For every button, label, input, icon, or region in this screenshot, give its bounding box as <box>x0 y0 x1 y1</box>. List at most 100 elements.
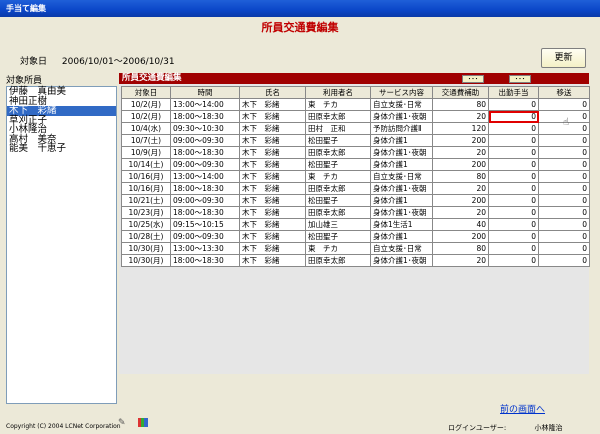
table-cell: 身体介護1 <box>370 230 433 243</box>
editable-cell[interactable]: 80 <box>432 98 489 111</box>
table-cell: 田原幸太郎 <box>305 146 371 159</box>
editable-cell[interactable]: 0 <box>488 158 539 171</box>
editable-cell[interactable]: 200 <box>432 194 489 207</box>
editable-cell[interactable]: 20 <box>432 146 489 159</box>
table-cell: 田村 正和 <box>305 122 371 135</box>
table-cell: 田原幸太郎 <box>305 206 371 219</box>
editable-cell[interactable]: 0 <box>538 206 590 219</box>
table-row: 10/16(月) 13:00～14:00 木下 彩緒東 チカ 自立支援･日常 80 0 0 <box>121 170 590 183</box>
table-row: 10/30(月) 18:00～18:30 木下 彩緒 田原幸太郎 身体介護1･夜朝 20 0… <box>121 254 590 267</box>
editable-cell[interactable]: 0 <box>538 146 590 159</box>
editable-cell[interactable]: 0 <box>488 194 539 207</box>
editable-cell[interactable]: 0 <box>538 98 590 111</box>
editable-cell[interactable]: 0 <box>488 134 539 147</box>
table-cell: 木下 彩緒 <box>239 242 306 255</box>
editable-cell[interactable]: 0 <box>538 182 590 195</box>
staff-list[interactable]: 伊藤 真由美 神田正樹 木下 彩緒 草刈正子 小林隆治 高村 美奈 能美 千恵子 <box>6 86 117 404</box>
back-link[interactable]: 前の画面へ <box>500 402 545 415</box>
editable-cell[interactable]: 0 <box>488 182 539 195</box>
editable-cell[interactable]: 20 <box>432 110 489 123</box>
ellipsis-button-1[interactable]: ･･･ <box>462 75 484 83</box>
editable-cell[interactable]: 0 <box>488 98 539 111</box>
table-row: 10/28(土) 09:00～09:30 木下 彩緒 松田聖子 身体介護1 200 0 0 <box>121 230 590 243</box>
editable-cell[interactable]: 0 <box>488 218 539 231</box>
table-cell: 10/30(月) <box>121 242 171 255</box>
table-cell: 身体介護1･夜朝 <box>370 146 433 159</box>
editable-cell[interactable]: 0 <box>538 170 590 183</box>
table-row: 10/7(土) 09:00～09:30 木下 彩緒 松田聖子 身体介護1 200 0 0 <box>121 134 590 147</box>
login-info: ログインユーザー: 小林隆治 <box>448 423 562 433</box>
table-cell: 18:00～18:30 <box>170 206 240 219</box>
column-header: 時間 <box>170 86 240 99</box>
login-label: ログインユーザー: <box>448 424 507 432</box>
editable-cell[interactable]: 40 <box>432 218 489 231</box>
editable-cell[interactable]: 200 <box>432 230 489 243</box>
window-title: 手当て編集 <box>0 0 600 17</box>
editable-cell[interactable]: 0 <box>488 110 539 123</box>
table-cell: 木下 彩緒 <box>239 194 306 207</box>
editable-cell[interactable]: 0 <box>538 254 590 267</box>
editable-cell[interactable]: 20 <box>432 206 489 219</box>
table-cell: 10/7(土) <box>121 134 171 147</box>
table-cell: 木下 彩緒 <box>239 182 306 195</box>
table-cell: 田原幸太郎 <box>305 110 371 123</box>
column-header: 利用者名 <box>305 86 371 99</box>
column-header: 出勤手当 <box>488 86 539 99</box>
target-date: 対象日 2006/10/01～2006/10/31 <box>20 54 175 67</box>
staff-item[interactable]: 能美 千恵子 <box>7 144 116 154</box>
table-cell: 10/16(月) <box>121 182 171 195</box>
editable-cell[interactable]: 80 <box>432 170 489 183</box>
editable-cell[interactable]: 80 <box>432 242 489 255</box>
editable-cell[interactable]: 0 <box>538 218 590 231</box>
editable-cell[interactable]: 0 <box>538 230 590 243</box>
table-cell: 松田聖子 <box>305 230 371 243</box>
table-row: 10/23(月) 18:00～18:30 木下 彩緒 田原幸太郎 身体介護1･夜朝 20 0… <box>121 206 590 219</box>
editable-cell[interactable]: 0 <box>538 242 590 255</box>
editable-cell[interactable]: 0 <box>488 254 539 267</box>
table-cell: 松田聖子 <box>305 158 371 171</box>
editable-cell[interactable]: 20 <box>432 182 489 195</box>
table-cell: 10/28(土) <box>121 230 171 243</box>
table-row: 10/2(月) 13:00～14:00 木下 彩緒東 チカ 自立支援･日常 80 0 0 <box>121 98 590 111</box>
table-cell: 木下 彩緒 <box>239 158 306 171</box>
table-cell: 身体介護1･夜朝 <box>370 110 433 123</box>
table-cell: 18:00～18:30 <box>170 254 240 267</box>
editable-cell[interactable]: 200 <box>432 134 489 147</box>
table-cell: 身体介護1･夜朝 <box>370 206 433 219</box>
editable-cell[interactable]: 0 <box>488 206 539 219</box>
table-cell: 田原幸太郎 <box>305 182 371 195</box>
table-cell: 13:00～14:00 <box>170 98 240 111</box>
table-cell: 木下 彩緒 <box>239 146 306 159</box>
book-icon[interactable] <box>138 418 148 427</box>
login-user: 小林隆治 <box>534 424 563 432</box>
table-cell: 身体介護1 <box>370 194 433 207</box>
editable-cell[interactable]: 0 <box>488 170 539 183</box>
table-cell: 田原幸太郎 <box>305 254 371 267</box>
copyright-text: Copyright (C) 2004 LCNet Corporation <box>6 423 121 430</box>
table-cell: 東 チカ <box>305 98 371 111</box>
editable-cell[interactable]: 0 <box>488 230 539 243</box>
table-cell: 18:00～18:30 <box>170 182 240 195</box>
update-button[interactable]: 更新 <box>541 48 586 68</box>
table-cell: 松田聖子 <box>305 194 371 207</box>
editable-cell[interactable]: 0 <box>488 242 539 255</box>
editable-cell[interactable]: 0 <box>538 134 590 147</box>
table-cell: 09:00～09:30 <box>170 158 240 171</box>
table-cell: 10/30(月) <box>121 254 171 267</box>
editable-cell[interactable]: 200 <box>432 158 489 171</box>
pen-icon[interactable]: ✎ <box>118 418 126 428</box>
column-header: サービス内容 <box>370 86 433 99</box>
editable-cell[interactable]: 0 <box>488 146 539 159</box>
table-cell: 自立支援･日常 <box>370 170 433 183</box>
editable-cell[interactable]: 0 <box>488 122 539 135</box>
table-cell: 09:00～09:30 <box>170 134 240 147</box>
editable-cell[interactable]: 0 <box>538 158 590 171</box>
table-cell: 木下 彩緒 <box>239 218 306 231</box>
editable-cell[interactable]: 0 <box>538 194 590 207</box>
editable-cell[interactable]: 20 <box>432 254 489 267</box>
table-cell: 木下 彩緒 <box>239 230 306 243</box>
table-cell: 13:00～13:30 <box>170 242 240 255</box>
editable-cell[interactable]: 120 <box>432 122 489 135</box>
table-cell: 10/4(水) <box>121 122 171 135</box>
ellipsis-button-2[interactable]: ･･･ <box>509 75 531 83</box>
